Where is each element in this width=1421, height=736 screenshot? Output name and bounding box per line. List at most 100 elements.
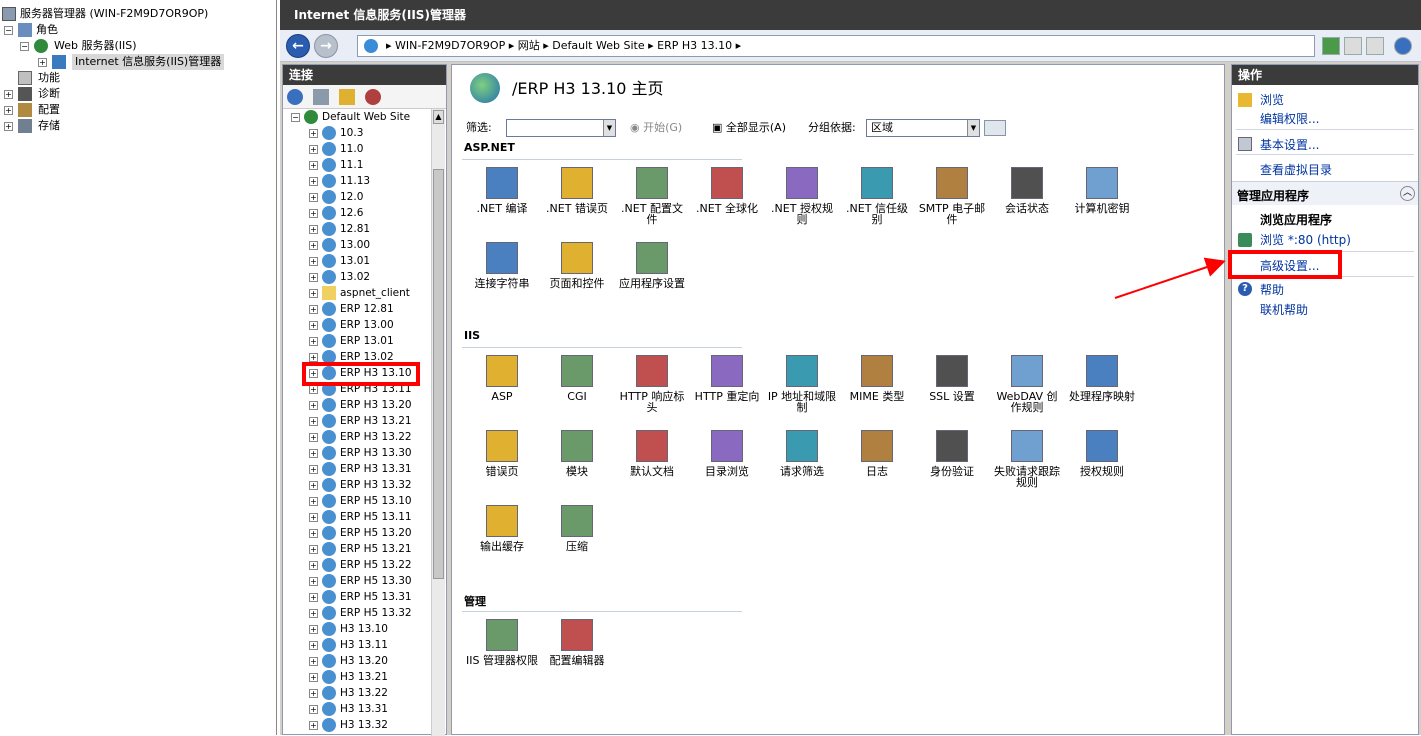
action-browse[interactable]: 浏览 (1260, 91, 1284, 108)
expand-icon[interactable]: + (309, 481, 318, 490)
feature-tile[interactable]: 模块 (541, 426, 613, 496)
expand-icon[interactable]: + (309, 577, 318, 586)
expand-icon[interactable]: + (309, 385, 318, 394)
action-basic-settings[interactable]: 基本设置... (1260, 136, 1319, 153)
chevron-down-icon[interactable]: ▼ (967, 120, 979, 136)
feature-tile[interactable]: IIS 管理器权限 (466, 615, 538, 685)
expand-icon[interactable]: + (309, 321, 318, 330)
feature-tile[interactable]: 配置编辑器 (541, 615, 613, 685)
feature-tile[interactable]: 默认文档 (616, 426, 688, 496)
filter-input[interactable]: ▼ (506, 119, 616, 137)
expand-icon[interactable]: + (309, 401, 318, 410)
address-bar[interactable]: ▸ WIN-F2M9D7OR9OP ▸ 网站 ▸ Default Web Sit… (357, 35, 1315, 57)
expand-icon[interactable]: + (309, 177, 318, 186)
show-all-button[interactable]: ▣ 全部显示(A) (712, 117, 786, 139)
expand-icon[interactable]: + (309, 513, 318, 522)
action-help[interactable]: 帮助 (1260, 281, 1284, 298)
scroll-thumb[interactable] (433, 169, 444, 579)
feature-tile[interactable]: 会话状态 (991, 163, 1063, 233)
feature-tile[interactable]: .NET 信任级别 (841, 163, 913, 233)
breadcrumb-sites[interactable]: 网站 (518, 39, 540, 52)
expand-icon[interactable]: + (309, 641, 318, 650)
expand-icon[interactable]: + (309, 305, 318, 314)
forward-button[interactable]: → (314, 34, 338, 58)
expand-icon[interactable]: + (309, 721, 318, 730)
feature-tile[interactable]: 错误页 (466, 426, 538, 496)
connections-scrollbar[interactable]: ▲ (431, 109, 445, 736)
feature-tile[interactable]: IP 地址和域限制 (766, 351, 838, 421)
collapse-icon[interactable]: − (291, 113, 300, 122)
action-browse-80[interactable]: 浏览 *:80 (http) (1260, 231, 1351, 248)
feature-tile[interactable]: .NET 编译 (466, 163, 538, 233)
stop-icon[interactable] (1344, 37, 1362, 55)
feature-tile[interactable]: 失败请求跟踪规则 (991, 426, 1063, 496)
back-button[interactable]: ← (286, 34, 310, 58)
expand-icon[interactable]: + (309, 433, 318, 442)
collapse-up-icon[interactable]: ︿ (1400, 186, 1415, 201)
feature-tile[interactable]: .NET 全球化 (691, 163, 763, 233)
feature-tile[interactable]: 连接字符串 (466, 238, 538, 308)
feature-tile[interactable]: .NET 配置文件 (616, 163, 688, 233)
feature-tile[interactable]: ASP (466, 351, 538, 421)
scroll-up-button[interactable]: ▲ (433, 110, 444, 124)
feature-tile[interactable]: .NET 错误页 (541, 163, 613, 233)
expand-icon[interactable]: + (4, 106, 13, 115)
feature-tile[interactable]: 处理程序映射 (1066, 351, 1138, 421)
feature-tile[interactable]: 输出缓存 (466, 501, 538, 571)
feature-tile[interactable]: MIME 类型 (841, 351, 913, 421)
expand-icon[interactable]: + (309, 673, 318, 682)
breadcrumb-server[interactable]: WIN-F2M9D7OR9OP (395, 39, 505, 52)
expand-icon[interactable]: + (309, 497, 318, 506)
action-view-virtual-dirs[interactable]: 查看虚拟目录 (1260, 161, 1332, 178)
feature-tile[interactable]: 身份验证 (916, 426, 988, 496)
feature-tile[interactable]: 应用程序设置 (616, 238, 688, 308)
expand-icon[interactable]: + (309, 465, 318, 474)
action-online-help[interactable]: 联机帮助 (1260, 301, 1308, 318)
collapse-icon[interactable]: − (20, 42, 29, 51)
expand-icon[interactable]: + (309, 145, 318, 154)
expand-icon[interactable]: + (309, 609, 318, 618)
help-icon[interactable] (1394, 37, 1412, 55)
expand-icon[interactable]: + (4, 90, 13, 99)
expand-icon[interactable]: + (309, 193, 318, 202)
expand-icon[interactable]: + (309, 545, 318, 554)
expand-icon[interactable]: + (309, 129, 318, 138)
chevron-down-icon[interactable]: ▼ (603, 120, 615, 136)
feature-tile[interactable]: HTTP 重定向 (691, 351, 763, 421)
feature-tile[interactable]: 计算机密钥 (1066, 163, 1138, 233)
expand-icon[interactable]: + (309, 273, 318, 282)
expand-icon[interactable]: + (309, 593, 318, 602)
feature-tile[interactable]: 压缩 (541, 501, 613, 571)
expand-icon[interactable]: + (309, 241, 318, 250)
feature-tile[interactable]: HTTP 响应标头 (616, 351, 688, 421)
feature-tile[interactable]: WebDAV 创作规则 (991, 351, 1063, 421)
expand-icon[interactable]: + (309, 209, 318, 218)
group-by-select[interactable]: 区域 ▼ (866, 119, 980, 137)
save-icon[interactable] (313, 89, 329, 105)
expand-icon[interactable]: + (309, 561, 318, 570)
breadcrumb-app[interactable]: ERP H3 13.10 (657, 39, 732, 52)
expand-icon[interactable]: + (309, 657, 318, 666)
expand-icon[interactable]: + (309, 705, 318, 714)
expand-icon[interactable]: + (309, 225, 318, 234)
expand-icon[interactable]: + (309, 257, 318, 266)
manage-app-header[interactable]: 管理应用程序 ︿ (1232, 181, 1418, 205)
expand-icon[interactable]: + (309, 529, 318, 538)
feature-tile[interactable]: 请求筛选 (766, 426, 838, 496)
view-mode-icon[interactable] (984, 120, 1006, 136)
expand-icon[interactable]: + (309, 625, 318, 634)
action-edit-permissions[interactable]: 编辑权限... (1260, 110, 1319, 127)
connect-icon[interactable] (287, 89, 303, 105)
feature-tile[interactable]: 页面和控件 (541, 238, 613, 308)
breadcrumb-site[interactable]: Default Web Site (552, 39, 644, 52)
expand-icon[interactable]: + (38, 58, 47, 67)
up-folder-icon[interactable] (339, 89, 355, 105)
feature-tile[interactable]: SSL 设置 (916, 351, 988, 421)
collapse-icon[interactable]: − (4, 26, 13, 35)
expand-icon[interactable]: + (309, 689, 318, 698)
refresh-icon[interactable] (1322, 37, 1340, 55)
expand-icon[interactable]: + (309, 449, 318, 458)
expand-icon[interactable]: + (309, 337, 318, 346)
expand-icon[interactable]: + (309, 161, 318, 170)
feature-tile[interactable]: CGI (541, 351, 613, 421)
